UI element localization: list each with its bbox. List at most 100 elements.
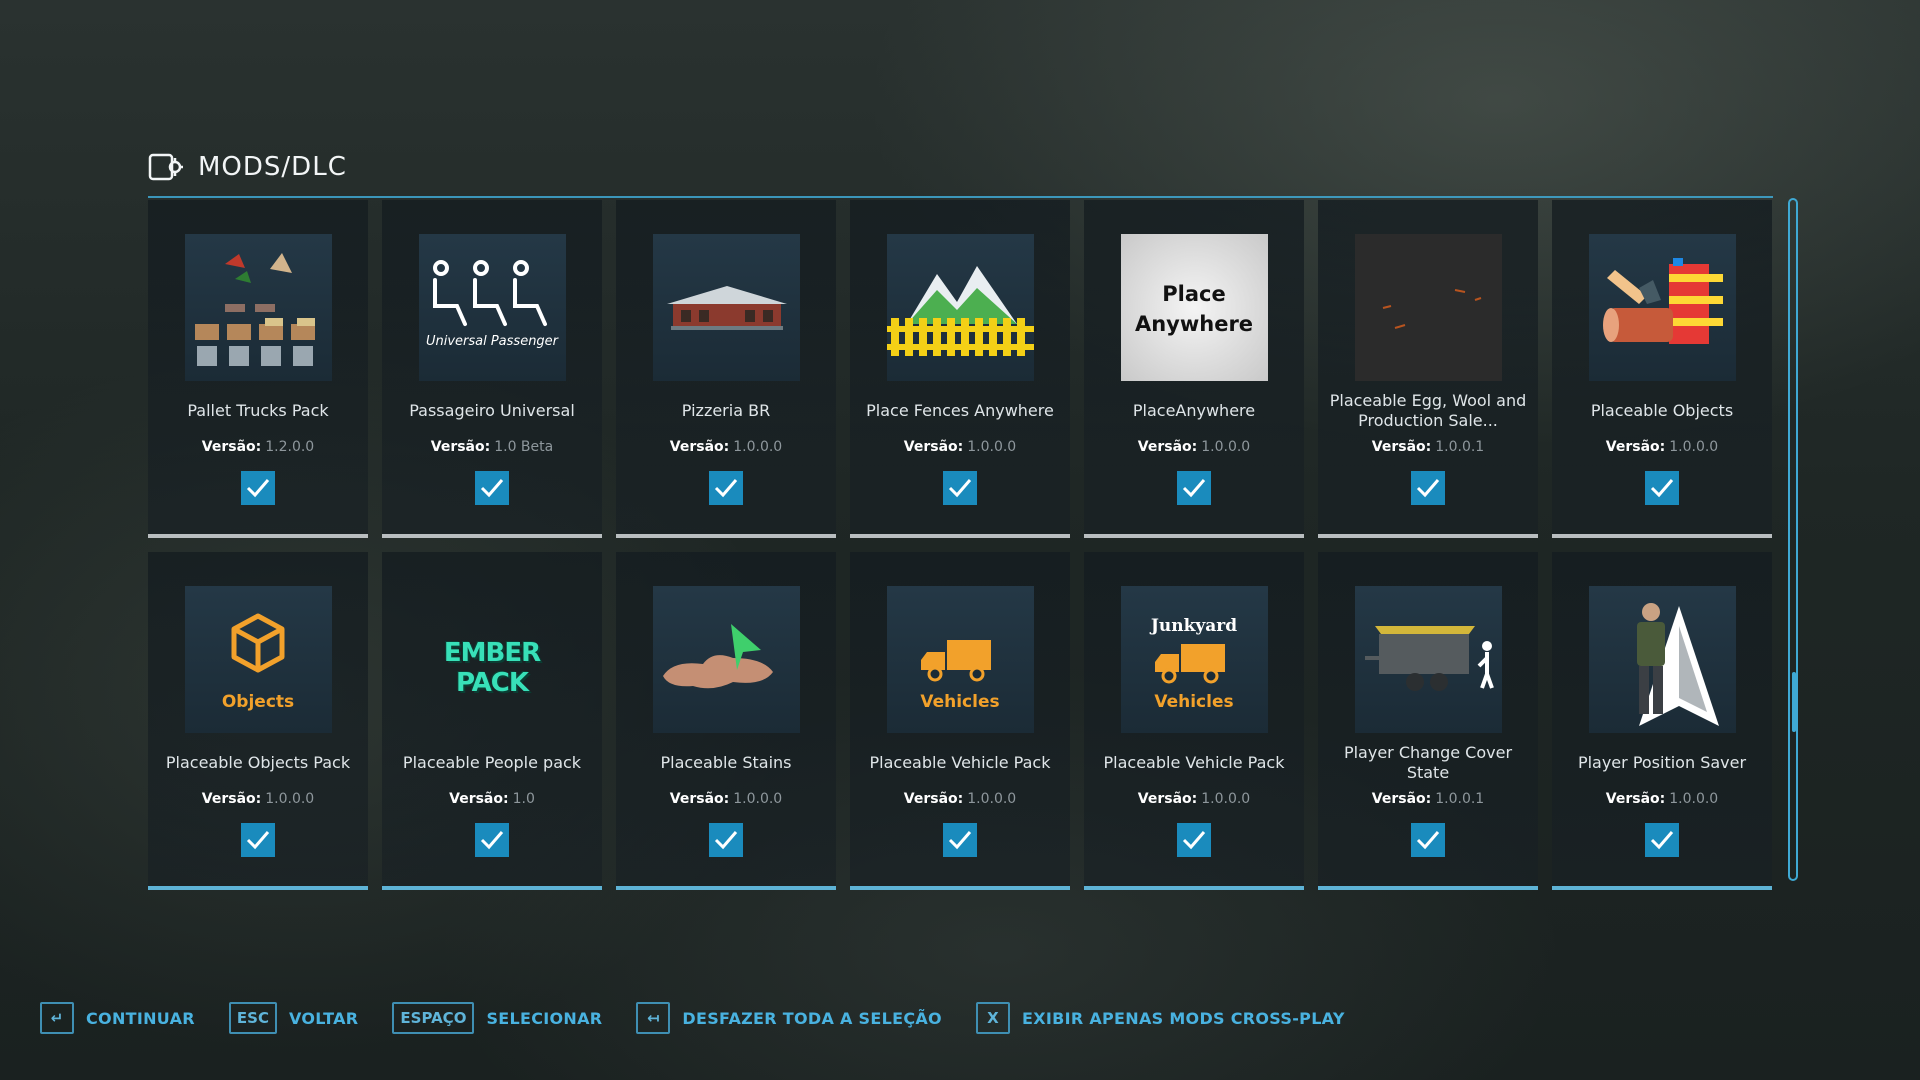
thumb-caption-1: Junkyard [1150, 616, 1238, 636]
thumb-caption: Vehicles [920, 692, 1000, 712]
enabled-checkbox[interactable] [475, 823, 509, 857]
mod-version: Versão: 1.0 [449, 791, 535, 807]
mod-name: PlaceAnywhere [1132, 401, 1256, 420]
version-value: 1.0.0.0 [1201, 439, 1251, 455]
enabled-checkbox[interactable] [1645, 823, 1679, 857]
enabled-checkbox[interactable] [241, 823, 275, 857]
scrollbar-track[interactable] [1788, 198, 1798, 881]
version-value: 1.0.0.0 [967, 439, 1017, 455]
thumb-caption-1: Place [1162, 282, 1226, 306]
crossplay-filter-label: EXIBIR APENAS MODS CROSS-PLAY [1021, 1008, 1345, 1028]
checkmark-icon [1650, 479, 1674, 498]
mod-card[interactable]: Pallet Trucks Pack Versão: 1.2.0.0 [148, 200, 368, 538]
enabled-checkbox[interactable] [1177, 823, 1211, 857]
enter-key-icon: ↵ [40, 1002, 74, 1034]
mod-name: Placeable Objects [1590, 401, 1734, 420]
version-value: 1.0.0.0 [1201, 791, 1251, 807]
enabled-checkbox[interactable] [475, 471, 509, 505]
mod-name: Placeable Objects Pack [165, 753, 351, 772]
building-icon [666, 286, 787, 330]
mod-card[interactable]: Vehicles Placeable Vehicle Pack Versão: 1… [850, 552, 1070, 890]
page-title: MODS/DLC [198, 152, 347, 182]
checkmark-icon [714, 479, 738, 498]
mod-version: Versão: 1.0.0.0 [1606, 791, 1718, 807]
version-label: Versão: [201, 439, 262, 455]
objects-icon [1602, 258, 1723, 344]
version-label: Versão: [1371, 791, 1432, 807]
enabled-checkbox[interactable] [1645, 471, 1679, 505]
stain-icon [662, 624, 773, 689]
mod-card[interactable]: Objects Placeable Objects Pack Versão: 1.… [148, 552, 368, 890]
mod-card[interactable]: Placeable Objects Versão: 1.0.0.0 [1552, 200, 1772, 538]
continue-button[interactable]: ↵ CONTINUAR [40, 1002, 195, 1034]
enabled-checkbox[interactable] [943, 823, 977, 857]
version-label: Versão: [1137, 791, 1198, 807]
version-label: Versão: [201, 791, 262, 807]
footer-actions: ↵ CONTINUAR ESC VOLTAR ESPAÇO SELECIONAR… [40, 1002, 1345, 1034]
mod-card[interactable]: Universal Passenger Passageiro Universal… [382, 200, 602, 538]
checkmark-icon [246, 831, 270, 850]
enabled-checkbox[interactable] [709, 823, 743, 857]
mod-card[interactable]: Place Anywhere PlaceAnywhere Versão: 1.0.… [1084, 200, 1304, 538]
thumb-caption: Objects [221, 692, 295, 712]
checkmark-icon [480, 831, 504, 850]
mod-version: Versão: 1.0.0.0 [1606, 439, 1718, 455]
trailer-icon [1364, 626, 1494, 691]
version-value: 1.0 [512, 791, 535, 807]
mod-card[interactable]: Player Change Cover State Versão: 1.0.0.1 [1318, 552, 1538, 890]
mod-name: Placeable Vehicle Pack [1103, 753, 1285, 772]
mod-name: Placeable People pack [402, 753, 582, 772]
mod-version: Versão: 1.0.0.1 [1372, 791, 1484, 807]
enabled-checkbox[interactable] [1411, 471, 1445, 505]
version-value: 1.2.0.0 [265, 439, 315, 455]
mod-name: Pizzeria BR [681, 401, 771, 420]
mod-thumbnail: Place Anywhere [1120, 234, 1268, 381]
deselect-all-label: DESFAZER TODA A SELEÇÃO [682, 1008, 942, 1028]
version-label: Versão: [1605, 439, 1666, 455]
mod-card[interactable]: Place Fences Anywhere Versão: 1.0.0.0 [850, 200, 1070, 538]
mod-version: Versão: 1.0.0.0 [904, 439, 1016, 455]
page-header: MODS/DLC [148, 152, 347, 182]
version-label: Versão: [903, 791, 964, 807]
enabled-checkbox[interactable] [709, 471, 743, 505]
back-button[interactable]: ESC VOLTAR [228, 1002, 359, 1034]
enabled-checkbox[interactable] [943, 471, 977, 505]
mod-thumbnail: Junkyard Vehicles [1120, 586, 1268, 733]
mod-card[interactable]: Placeable Egg, Wool and Production Sale.… [1318, 200, 1538, 538]
fence-mountain-icon [886, 266, 1034, 356]
mod-version: Versão: 1.0.0.0 [670, 439, 782, 455]
mod-name: Placeable Stains [660, 753, 792, 772]
mod-thumbnail [652, 586, 800, 733]
mod-name: Player Change Cover State [1343, 743, 1513, 782]
mod-version: Versão: 1.2.0.0 [202, 439, 314, 455]
enabled-checkbox[interactable] [1177, 471, 1211, 505]
mod-version: Versão: 1.0.0.1 [1372, 439, 1484, 455]
mod-card[interactable]: Placeable Stains Versão: 1.0.0.0 [616, 552, 836, 890]
mod-card[interactable]: Junkyard Vehicles Placeable Vehicle Pack… [1084, 552, 1304, 890]
mod-version: Versão: 1.0.0.0 [904, 791, 1016, 807]
deselect-all-button[interactable]: ↤ DESFAZER TODA A SELEÇÃO [636, 1002, 942, 1034]
mod-card[interactable]: Player Position Saver Versão: 1.0.0.0 [1552, 552, 1772, 890]
mod-thumbnail: EMBER PACK [419, 586, 566, 733]
mod-version: Versão: 1.0.0.0 [202, 791, 314, 807]
enabled-checkbox[interactable] [241, 471, 275, 505]
version-value: 1.0.0.1 [1435, 791, 1485, 807]
mod-card[interactable]: EMBER PACK Placeable People pack Versão:… [382, 552, 602, 890]
mod-name: Placeable Vehicle Pack [869, 753, 1051, 772]
mod-name: Pallet Trucks Pack [187, 401, 329, 420]
crossplay-filter-button[interactable]: X EXIBIR APENAS MODS CROSS-PLAY [975, 1002, 1345, 1034]
mod-thumbnail [1354, 586, 1502, 733]
mod-thumbnail: Vehicles [886, 586, 1034, 733]
checkmark-icon [1182, 479, 1206, 498]
enabled-checkbox[interactable] [1411, 823, 1445, 857]
scrollbar-thumb[interactable] [1792, 672, 1796, 732]
checkmark-icon [1182, 831, 1206, 850]
version-label: Versão: [669, 791, 730, 807]
seats-icon [432, 260, 547, 326]
checkmark-icon [246, 479, 270, 498]
version-label: Versão: [669, 439, 730, 455]
version-label: Versão: [1371, 439, 1432, 455]
mod-version: Versão: 1.0 Beta [431, 439, 553, 455]
mod-card[interactable]: Pizzeria BR Versão: 1.0.0.0 [616, 200, 836, 538]
select-button[interactable]: ESPAÇO SELECIONAR [392, 1002, 602, 1034]
